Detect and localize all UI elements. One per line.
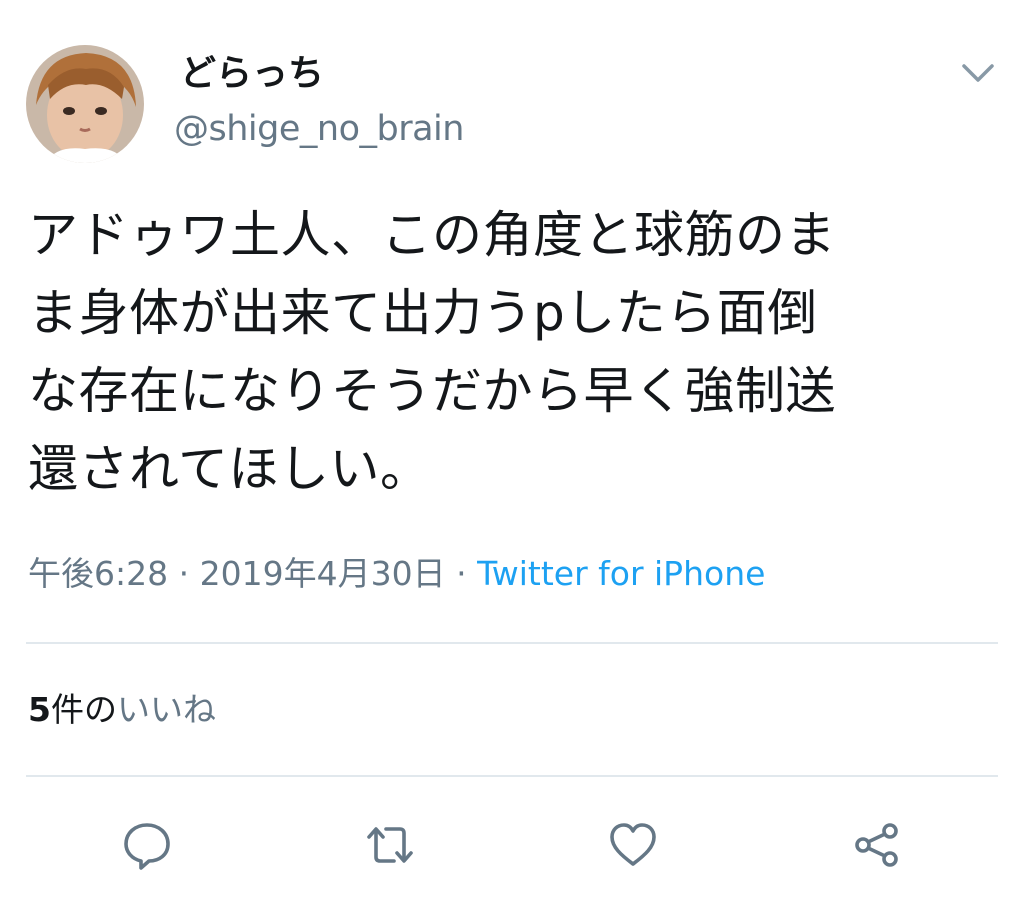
tweet-time: 午後6:28 <box>28 554 169 593</box>
like-button[interactable] <box>603 815 663 875</box>
likes-label: いいね <box>116 690 216 729</box>
tweet-date: 2019年4月30日 <box>199 554 446 593</box>
tweet-source-link[interactable]: Twitter for iPhone <box>477 554 765 593</box>
heart-icon <box>610 823 656 866</box>
retweet-icon <box>367 827 413 863</box>
display-name[interactable]: どらっち <box>180 50 324 98</box>
divider <box>26 642 998 644</box>
tweet-text: アドゥワ土人、この角度と球筋のま ま身体が出来て出力うpしたら面倒 な存在になり… <box>28 206 836 498</box>
tweet-meta: 午後6:28 · 2019年4月30日 · Twitter for iPhone <box>28 552 765 596</box>
reply-icon <box>124 823 170 870</box>
likes-stat[interactable]: 5件のいいね <box>28 688 216 732</box>
avatar[interactable] <box>26 45 144 163</box>
avatar-image <box>26 45 144 163</box>
divider <box>26 775 998 777</box>
share-button[interactable] <box>847 815 907 875</box>
tweet-detail: どらっち @shige_no_brain アドゥワ土人、この角度と球筋のま ま身… <box>0 0 1024 917</box>
likes-unit: 件の <box>50 690 117 729</box>
share-icon <box>855 823 898 867</box>
meta-separator: · <box>168 554 200 593</box>
user-handle[interactable]: @shige_no_brain <box>174 105 464 153</box>
meta-separator: · <box>445 554 478 593</box>
reply-button[interactable] <box>117 815 177 875</box>
likes-count: 5 <box>28 690 51 729</box>
chevron-down-icon[interactable] <box>958 58 998 90</box>
retweet-button[interactable] <box>360 815 420 875</box>
